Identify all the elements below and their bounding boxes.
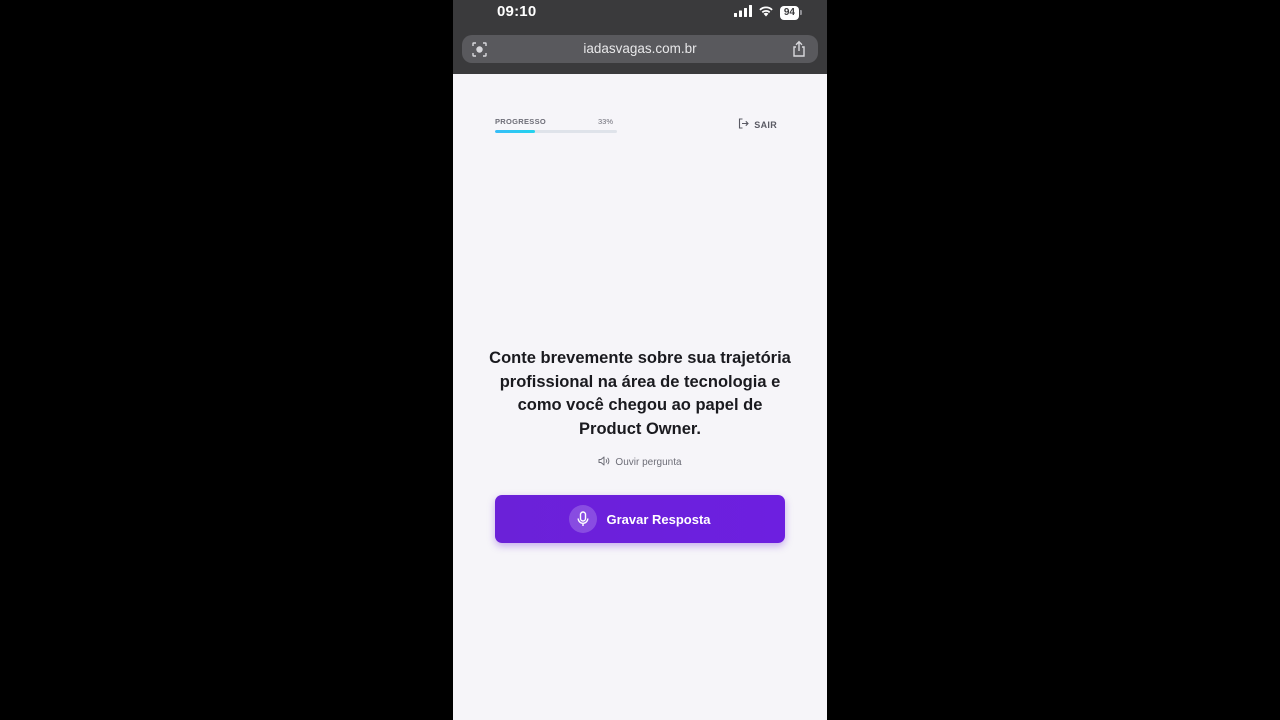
url-text: iadasvagas.com.br (583, 41, 697, 56)
record-answer-button[interactable]: Gravar Resposta (495, 495, 785, 543)
exit-button[interactable]: SAIR (738, 118, 777, 131)
share-icon[interactable] (791, 40, 807, 63)
progress-value: 33% (598, 117, 614, 126)
battery-indicator: 94 (779, 6, 803, 20)
url-bar[interactable]: iadasvagas.com.br (462, 35, 818, 63)
exit-label: SAIR (754, 119, 777, 130)
signal-bars-icon (733, 4, 752, 22)
wifi-icon (758, 4, 774, 22)
status-time: 09:10 (497, 3, 537, 20)
progress-label: PROGRESSO (495, 117, 547, 126)
progress-fill (495, 130, 536, 133)
browser-chrome: 09:10 94 iadasvagas.com.br (453, 0, 827, 74)
listen-question-button[interactable]: Ouvir pergunta (453, 456, 827, 469)
record-answer-label: Gravar Resposta (606, 511, 711, 527)
speaker-icon (598, 456, 610, 469)
listen-label: Ouvir pergunta (615, 457, 682, 468)
progress-bar (495, 130, 617, 133)
phone-screen: 09:10 94 iadasvagas.com.br PROGRESSO 33%… (453, 0, 827, 720)
status-icons: 94 (733, 4, 803, 22)
microphone-icon (569, 505, 598, 533)
logout-icon (738, 118, 750, 131)
question-text: Conte brevemente sobre sua trajetória pr… (489, 349, 791, 439)
